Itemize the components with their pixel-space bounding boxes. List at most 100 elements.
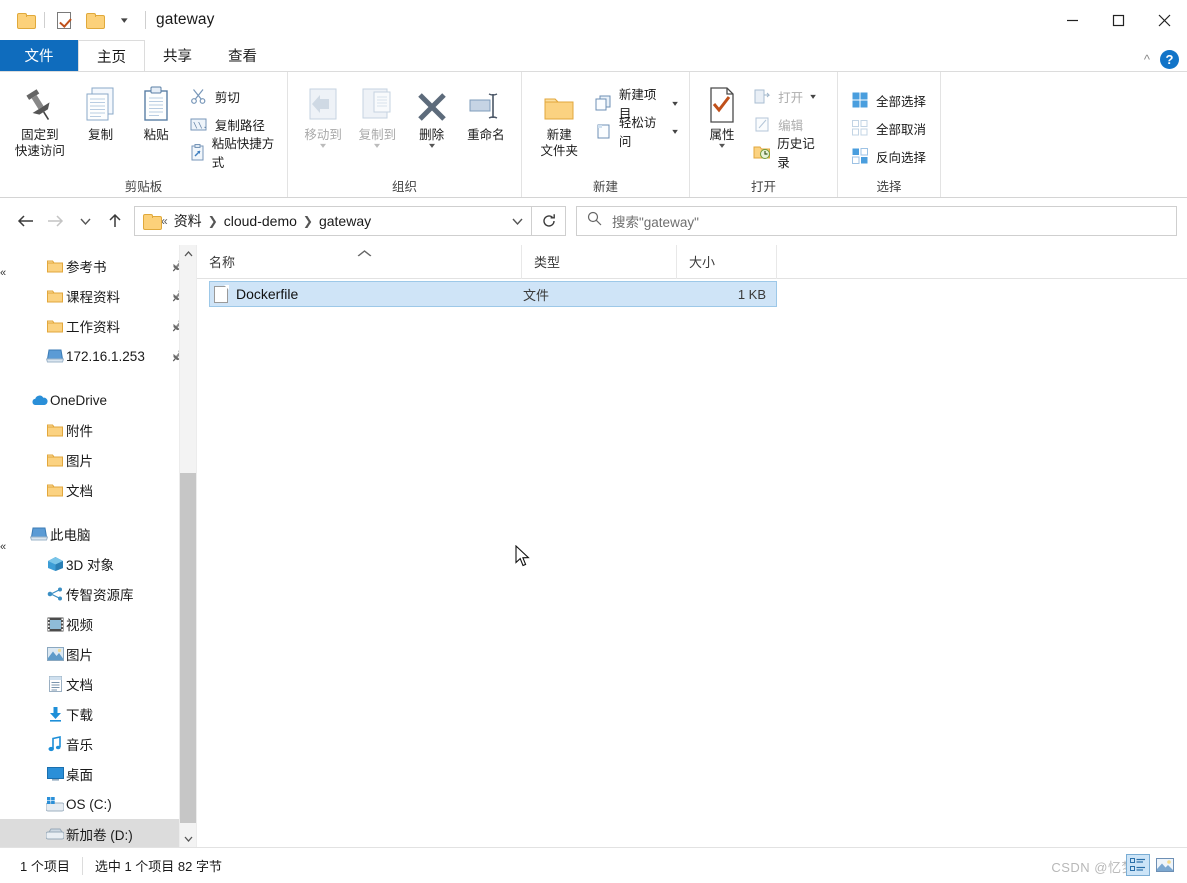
qat-properties-icon[interactable] (49, 5, 79, 35)
path-dropdown-button[interactable] (503, 207, 531, 235)
sidebar-item-传智资源库[interactable]: 传智资源库 (0, 579, 196, 609)
scissors-icon (189, 86, 209, 106)
table-row[interactable]: Dockerfile 文件 1 KB (209, 281, 777, 307)
column-header-type[interactable]: 类型 (522, 245, 677, 279)
sidebar-item-此电脑[interactable]: 此电脑 (0, 519, 196, 549)
sidebar-item-视频[interactable]: 视频 (0, 609, 196, 639)
select-none-icon (850, 118, 870, 138)
folder-icon (44, 483, 66, 497)
navigation-scrollbar[interactable] (179, 245, 196, 847)
collapse-ribbon-button[interactable]: ^ (1144, 52, 1150, 67)
sidebar-item-图片[interactable]: 图片 (0, 639, 196, 669)
search-icon (587, 211, 602, 231)
column-header-size[interactable]: 大小 (677, 245, 777, 279)
edge-artifact: « (0, 267, 7, 279)
qat-customize-button[interactable]: ▾ (109, 5, 139, 35)
column-header-name[interactable]: 名称 (197, 245, 522, 279)
tab-view[interactable]: 查看 (210, 40, 275, 71)
paste-shortcut-button[interactable]: 粘贴快捷方式 (185, 137, 279, 170)
new-folder-button[interactable]: 新建 文件夹 (530, 78, 588, 159)
ribbon-group-title-clipboard: 剪贴板 (124, 179, 163, 194)
sidebar-item-音乐[interactable]: 音乐 (0, 729, 196, 759)
sidebar-item-OS-(C:)[interactable]: OS (C:) (0, 789, 196, 819)
sidebar-item-label: 新加卷 (D:) (66, 828, 133, 843)
sidebar-item-附件[interactable]: 附件 (0, 415, 196, 445)
delete-button[interactable]: 删除 ▾ (405, 78, 459, 150)
move-to-button[interactable]: 移动到 ▾ (296, 78, 350, 150)
sidebar-item-桌面[interactable]: 桌面 (0, 759, 196, 789)
breadcrumb-item-0[interactable]: 资料 (169, 211, 207, 231)
file-type-cell: 文件 (523, 287, 550, 303)
minimize-button[interactable] (1049, 0, 1095, 40)
search-input[interactable]: 搜索"gateway" (612, 211, 699, 231)
qat-folder-icon[interactable] (10, 5, 40, 35)
sidebar-item-文档[interactable]: 文档 (0, 669, 196, 699)
up-button[interactable] (100, 206, 130, 236)
sidebar-item-工作资料[interactable]: 工作资料 (0, 311, 196, 341)
large-icons-view-button[interactable] (1153, 854, 1177, 876)
sidebar-item-3D-对象[interactable]: 3D 对象 (0, 549, 196, 579)
open-label: 打开 (778, 90, 804, 105)
copy-to-button[interactable]: 复制到 ▾ (350, 78, 404, 150)
recent-locations-button[interactable] (70, 206, 100, 236)
refresh-button[interactable] (532, 206, 566, 236)
sidebar-item-下载[interactable]: 下载 (0, 699, 196, 729)
properties-button[interactable]: 属性 ▾ (698, 78, 746, 150)
sidebar-item-OneDrive[interactable]: OneDrive (0, 385, 196, 415)
sidebar-item-参考书[interactable]: 参考书 (0, 251, 196, 281)
close-button[interactable] (1141, 0, 1187, 40)
paste-button[interactable]: 粘贴 (129, 78, 183, 143)
delete-icon (415, 82, 449, 124)
path-folder-icon (143, 214, 162, 230)
tab-share[interactable]: 共享 (145, 40, 210, 71)
sidebar-item-文档[interactable]: 文档 (0, 475, 196, 505)
scroll-down-arrow-icon[interactable] (180, 830, 196, 847)
easy-access-button[interactable]: 轻松访问 ▾ (590, 116, 681, 149)
qat-new-folder-icon[interactable] (79, 5, 109, 35)
chevron-down-icon: ▾ (672, 98, 678, 108)
invert-selection-button[interactable]: 反向选择 (846, 143, 930, 169)
history-button[interactable]: 历史记录 (748, 137, 829, 170)
breadcrumb-chevron-icon[interactable]: ❯ (207, 214, 219, 228)
ribbon: 固定到 快速访问 复制 粘贴 剪切 \\. 复制路径 粘贴快捷方式 剪贴板 移动… (0, 71, 1187, 198)
copy-button[interactable]: 复制 (74, 78, 128, 143)
breadcrumb-path-bar[interactable]: « 资料 ❯ cloud-demo ❯ gateway (134, 206, 532, 236)
sidebar-item-课程资料[interactable]: 课程资料 (0, 281, 196, 311)
rename-button[interactable]: 重命名 (459, 78, 513, 143)
file-icon (214, 284, 229, 303)
sidebar-item-172.16.1.253[interactable]: 172.16.1.253 (0, 341, 196, 371)
select-none-button[interactable]: 全部取消 (846, 115, 930, 141)
search-box[interactable]: 搜索"gateway" (576, 206, 1177, 236)
file-name-label: Dockerfile (236, 286, 299, 302)
open-button[interactable]: 打开 ▾ (748, 83, 829, 109)
breadcrumb-item-2[interactable]: gateway (314, 213, 376, 229)
sidebar-item-图片[interactable]: 图片 (0, 445, 196, 475)
sidebar-item-label: 桌面 (66, 768, 93, 783)
details-view-button[interactable] (1126, 854, 1150, 876)
forward-button[interactable] (40, 206, 70, 236)
breadcrumb-item-1[interactable]: cloud-demo (219, 213, 302, 229)
file-list-pane: 名称 类型 大小 Dockerfile 文件 1 KB (196, 245, 1187, 847)
folder-icon (44, 319, 66, 333)
history-icon (752, 142, 771, 162)
copy-path-icon: \\.. (189, 114, 209, 134)
scroll-up-arrow-icon[interactable] (180, 245, 196, 262)
help-button[interactable]: ? (1160, 50, 1179, 69)
sidebar-item-新加卷-(D:)[interactable]: 新加卷 (D:) (0, 819, 196, 847)
breadcrumb-chevron-icon[interactable]: ❯ (302, 214, 314, 228)
pin-to-quick-access-button[interactable]: 固定到 快速访问 (8, 78, 72, 159)
navigation-group-gap (0, 505, 196, 519)
chevron-down-icon: ▾ (374, 141, 381, 150)
back-button[interactable] (10, 206, 40, 236)
folder-icon (44, 259, 66, 273)
maximize-button[interactable] (1095, 0, 1141, 40)
tab-file[interactable]: 文件 (0, 40, 78, 71)
pictures-icon (44, 647, 66, 661)
ribbon-filler (941, 72, 1187, 197)
cut-button[interactable]: 剪切 (185, 83, 279, 109)
paste-shortcut-icon (189, 142, 206, 162)
navigation-scrollbar-thumb[interactable] (180, 473, 196, 823)
select-all-button[interactable]: 全部选择 (846, 87, 930, 113)
tab-home[interactable]: 主页 (78, 40, 145, 71)
ribbon-group-title-new: 新建 (592, 179, 618, 194)
